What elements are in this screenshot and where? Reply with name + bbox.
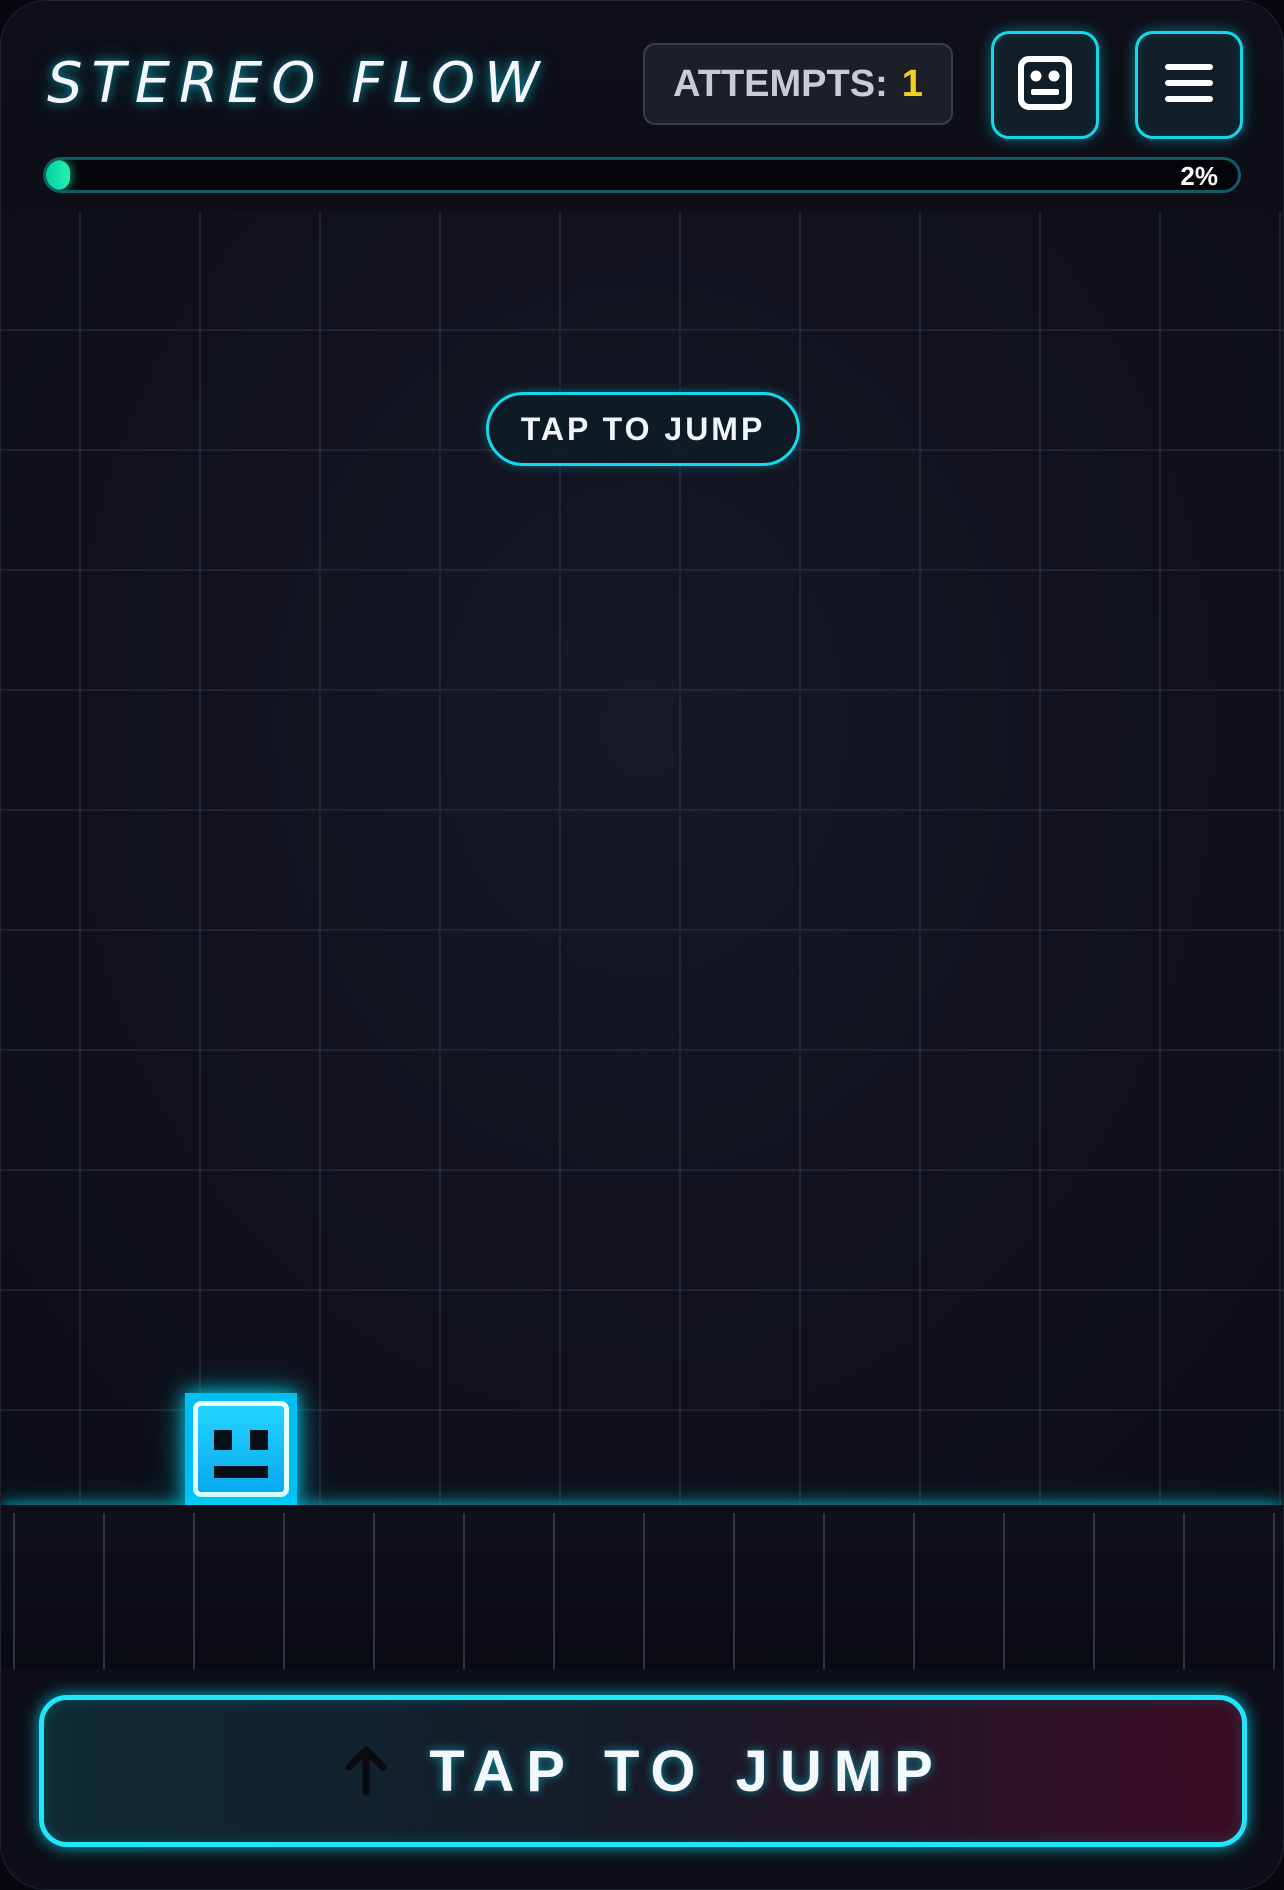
game-title: STEREO FLOW [47,51,549,116]
ground-floor [1,1513,1283,1669]
player-cube [185,1393,297,1505]
ground-ticks [1,1513,1283,1669]
arrow-up-icon [341,1746,391,1796]
skin-button[interactable] [991,31,1099,139]
jump-button[interactable]: TAP TO JUMP [39,1695,1247,1847]
player-right-eye [250,1430,268,1450]
level-progress-bar: 2% [43,157,1241,193]
progress-fill [46,160,70,190]
tap-to-jump-hint: TAP TO JUMP [486,392,800,466]
player-left-eye [214,1430,232,1450]
robot-face-icon [1018,56,1072,114]
attempts-counter: ATTEMPTS: 1 [643,43,953,125]
play-field[interactable]: TAP TO JUMP [1,211,1283,1505]
player-face [193,1401,289,1497]
hamburger-menu-icon [1164,62,1214,108]
jump-button-label: TAP TO JUMP [429,1738,945,1804]
progress-percent: 2% [1180,161,1218,191]
menu-button[interactable] [1135,31,1243,139]
top-bar: STEREO FLOW ATTEMPTS: 1 2% [1,1,1283,211]
attempts-label: ATTEMPTS: [673,62,888,105]
game-frame: STEREO FLOW ATTEMPTS: 1 2% TAP TO JUMP T… [0,0,1284,1890]
attempts-count: 1 [901,62,923,105]
player-mouth [214,1466,268,1478]
